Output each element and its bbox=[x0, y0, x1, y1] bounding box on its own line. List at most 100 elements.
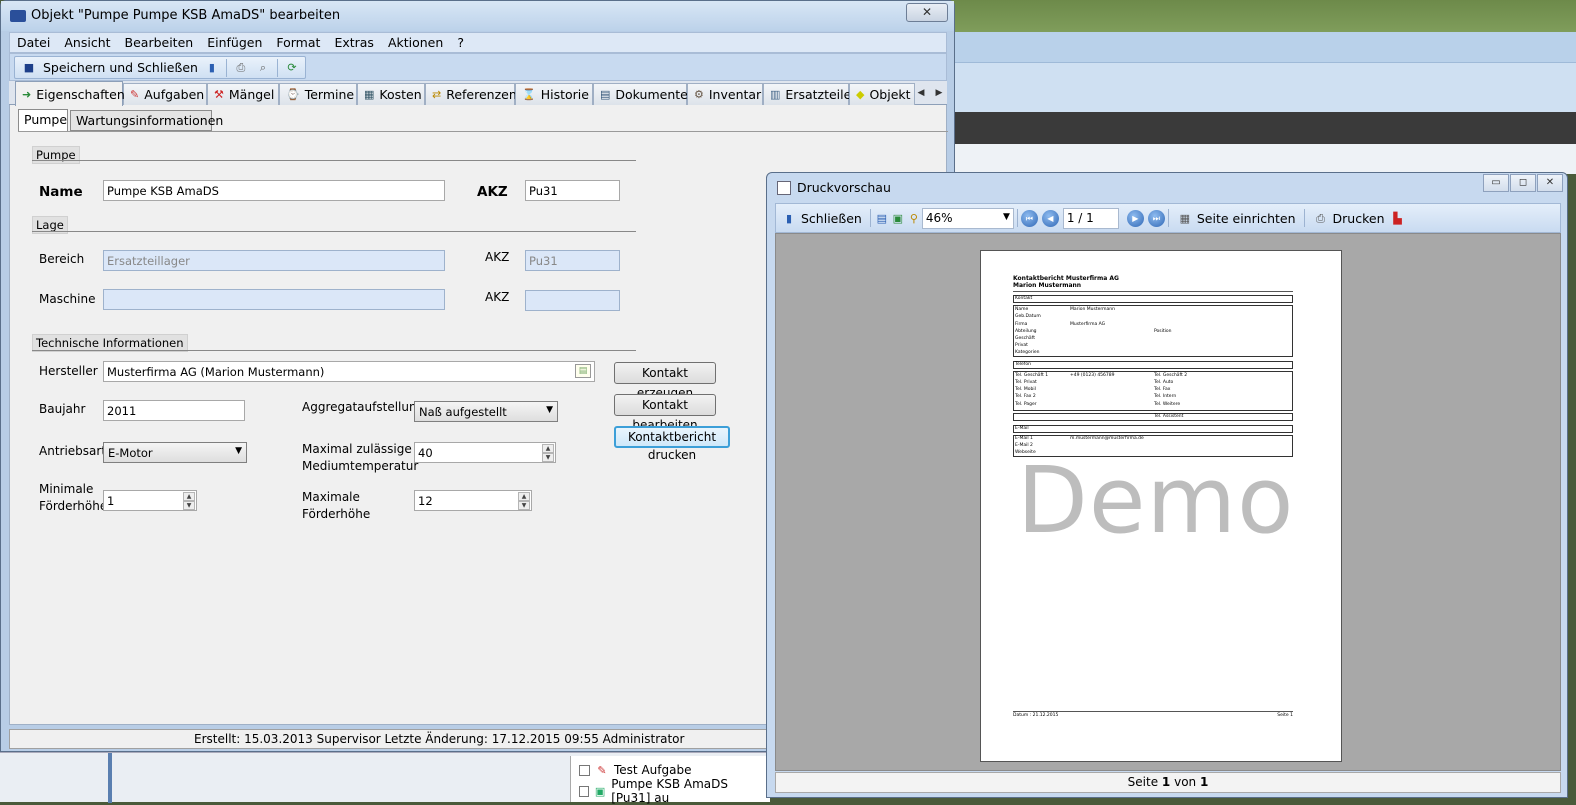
tab-dokumente[interactable]: ▤ Dokumente bbox=[593, 83, 688, 105]
last-page-icon[interactable]: ⏭ bbox=[1147, 209, 1165, 227]
print-button[interactable]: ⎙ Drucken bbox=[1308, 210, 1390, 226]
save-icon: ■ bbox=[23, 61, 35, 74]
exit-door-icon[interactable]: ▮ bbox=[204, 60, 220, 76]
hersteller-input[interactable]: Musterfirma AG (Marion Mustermann) bbox=[103, 361, 595, 382]
kontaktbericht-drucken-button[interactable]: Kontaktbericht drucken bbox=[614, 426, 730, 462]
page-setup-button[interactable]: ▦ Seite einrichten bbox=[1172, 210, 1301, 226]
kontakt-erzeugen-button[interactable]: Kontakt erzeugen bbox=[614, 362, 716, 400]
address-card-icon[interactable]: ▤ bbox=[575, 364, 591, 378]
pump-icon: ▣ bbox=[594, 784, 606, 798]
historie-icon: ⌛ bbox=[522, 88, 536, 101]
status-text: Erstellt: 15.03.2013 Supervisor Letzte Ä… bbox=[194, 732, 685, 746]
menu-ansicht[interactable]: Ansicht bbox=[57, 33, 117, 52]
aggregataufstellung-select[interactable]: Naß aufgestellt ▼ bbox=[414, 401, 558, 422]
akz-input[interactable]: Pu31 bbox=[525, 180, 620, 201]
menu-datei[interactable]: Datei bbox=[10, 33, 57, 52]
close-button[interactable]: ✕ bbox=[906, 3, 948, 22]
baujahr-input[interactable]: 2011 bbox=[103, 400, 245, 421]
chevron-down-icon: ▼ bbox=[1002, 211, 1010, 222]
stepper-up-icon[interactable]: ▲ bbox=[518, 492, 530, 501]
report-cell: Geb.Datum bbox=[1015, 314, 1041, 319]
menu-format[interactable]: Format bbox=[269, 33, 327, 52]
checkbox[interactable] bbox=[579, 785, 589, 797]
close-button[interactable]: ✕ bbox=[1537, 174, 1563, 192]
tab-label: Referenzen bbox=[446, 87, 517, 102]
zoom-select[interactable]: 46% ▼ bbox=[921, 207, 1014, 229]
subtab-pumpe[interactable]: Pumpe bbox=[18, 109, 68, 132]
maximize-button[interactable]: ◻ bbox=[1510, 174, 1536, 192]
menu-einfuegen[interactable]: Einfügen bbox=[200, 33, 269, 52]
objekt-icon: ◆ bbox=[856, 88, 865, 101]
pdf-icon[interactable]: ▙ bbox=[1390, 210, 1406, 226]
zoom-value: 46% bbox=[925, 210, 953, 225]
preview-close-button[interactable]: ▮ Schließen bbox=[776, 210, 867, 226]
previous-page-icon[interactable]: ◀ bbox=[1041, 209, 1059, 227]
name-label: Name bbox=[39, 184, 83, 200]
single-page-icon[interactable]: ▤ bbox=[874, 210, 890, 226]
tab-maengel[interactable]: ⚒ Mängel bbox=[207, 83, 279, 105]
toolbar-separator bbox=[1303, 209, 1305, 227]
tab-kosten[interactable]: ▦ Kosten bbox=[357, 83, 425, 105]
tab-scroll-right-icon[interactable]: ▶ bbox=[931, 85, 947, 101]
tab-referenzen[interactable]: ⇄ Referenzen bbox=[425, 83, 517, 105]
tab-ersatzteile[interactable]: ▥ Ersatzteile bbox=[763, 83, 852, 105]
name-input[interactable]: Pumpe KSB AmaDS bbox=[103, 180, 445, 201]
kontakt-bearbeiten-button[interactable]: Kontakt bearbeiten bbox=[614, 394, 716, 432]
checkbox[interactable] bbox=[579, 764, 590, 776]
minfh-value: 1 bbox=[107, 494, 115, 508]
stepper-down-icon[interactable]: ▼ bbox=[542, 453, 554, 462]
report-cell: Name bbox=[1015, 307, 1029, 312]
toolbar-separator bbox=[1016, 209, 1018, 227]
stepper-down-icon[interactable]: ▼ bbox=[518, 501, 530, 510]
zoom-icon[interactable]: ⚲ bbox=[906, 210, 922, 226]
tab-historie[interactable]: ⌛ Historie bbox=[515, 83, 593, 105]
preview-close-label: Schließen bbox=[801, 210, 862, 226]
minfh-label-line-2: Förderhöhe bbox=[39, 499, 108, 513]
tab-label: Dokumente bbox=[615, 87, 688, 102]
subtab-wartungsinformationen[interactable]: Wartungsinformationen bbox=[70, 110, 223, 131]
tab-strip: ➜ Eigenschaften ✎ Aufgaben ⚒ Mängel ⌚ Termin… bbox=[9, 81, 947, 106]
tab-inventar[interactable]: ⚙ Inventar bbox=[687, 83, 763, 105]
window-controls: ▭ ◻ ✕ bbox=[1483, 174, 1563, 192]
preview-toolbar: ▮ Schließen ▤ ▣ ⚲ 46% ▼ ⏮ ◀ 1 / 1 ▶ ⏭ ▦ … bbox=[775, 203, 1561, 233]
page-input[interactable]: 1 / 1 bbox=[1062, 207, 1119, 229]
first-page-icon[interactable]: ⏮ bbox=[1020, 209, 1038, 227]
print-preview-icon[interactable]: ⌕ bbox=[255, 60, 271, 76]
stepper-up-icon[interactable]: ▲ bbox=[542, 444, 554, 453]
print-icon: ⎙ bbox=[1316, 211, 1325, 225]
eigenschaften-icon: ➜ bbox=[22, 87, 32, 101]
save-close-button[interactable]: Speichern und Schließen bbox=[43, 60, 198, 75]
minimize-button[interactable]: ▭ bbox=[1483, 174, 1509, 192]
report-cell: Tel. Weitere bbox=[1154, 402, 1181, 407]
tab-aufgaben[interactable]: ✎ Aufgaben bbox=[123, 83, 207, 105]
maxtemp-stepper[interactable]: 40 ▲ ▼ bbox=[414, 442, 556, 463]
antriebsart-select[interactable]: E-Motor ▼ bbox=[103, 442, 247, 463]
report-cell: E-Mail 1 bbox=[1015, 436, 1033, 441]
minfh-stepper[interactable]: 1 ▲ ▼ bbox=[103, 490, 197, 511]
menu-help[interactable]: ? bbox=[450, 33, 471, 52]
stepper-up-icon[interactable]: ▲ bbox=[183, 492, 195, 501]
tab-eigenschaften[interactable]: ➜ Eigenschaften bbox=[15, 81, 125, 106]
list-item[interactable]: ▣ Pumpe KSB AmaDS [Pu31] au bbox=[579, 777, 770, 805]
next-page-icon[interactable]: ▶ bbox=[1126, 209, 1144, 227]
menu-bearbeiten[interactable]: Bearbeiten bbox=[118, 33, 201, 52]
report-cell: Tel. Geschäft 1 bbox=[1015, 373, 1049, 378]
print-icon[interactable]: ⎙ bbox=[233, 60, 249, 76]
fit-page-icon[interactable]: ▣ bbox=[890, 210, 906, 226]
report-title: Kontaktbericht Musterfirma AG bbox=[1013, 275, 1119, 282]
section-label: E-Mail bbox=[1015, 426, 1029, 431]
stepper-down-icon[interactable]: ▼ bbox=[183, 501, 195, 510]
page-setup-label: Seite einrichten bbox=[1196, 210, 1296, 226]
akz-bereich-input: Pu31 bbox=[525, 250, 620, 271]
menu-extras[interactable]: Extras bbox=[327, 33, 381, 52]
aufgaben-icon: ✎ bbox=[130, 88, 140, 101]
maxfh-stepper[interactable]: 12 ▲ ▼ bbox=[414, 490, 532, 511]
tab-objekt[interactable]: ◆ Objekt bbox=[849, 83, 915, 105]
tab-scroll-left-icon[interactable]: ◀ bbox=[913, 85, 929, 101]
akz-bereich-label: AKZ bbox=[485, 250, 510, 264]
list-item-label: Test Aufgabe bbox=[614, 763, 692, 777]
tab-label: Ersatzteile bbox=[785, 87, 852, 102]
menu-aktionen[interactable]: Aktionen bbox=[381, 33, 450, 52]
refresh-icon[interactable]: ⟳ bbox=[284, 60, 300, 76]
tab-termine[interactable]: ⌚ Termine bbox=[279, 83, 357, 105]
